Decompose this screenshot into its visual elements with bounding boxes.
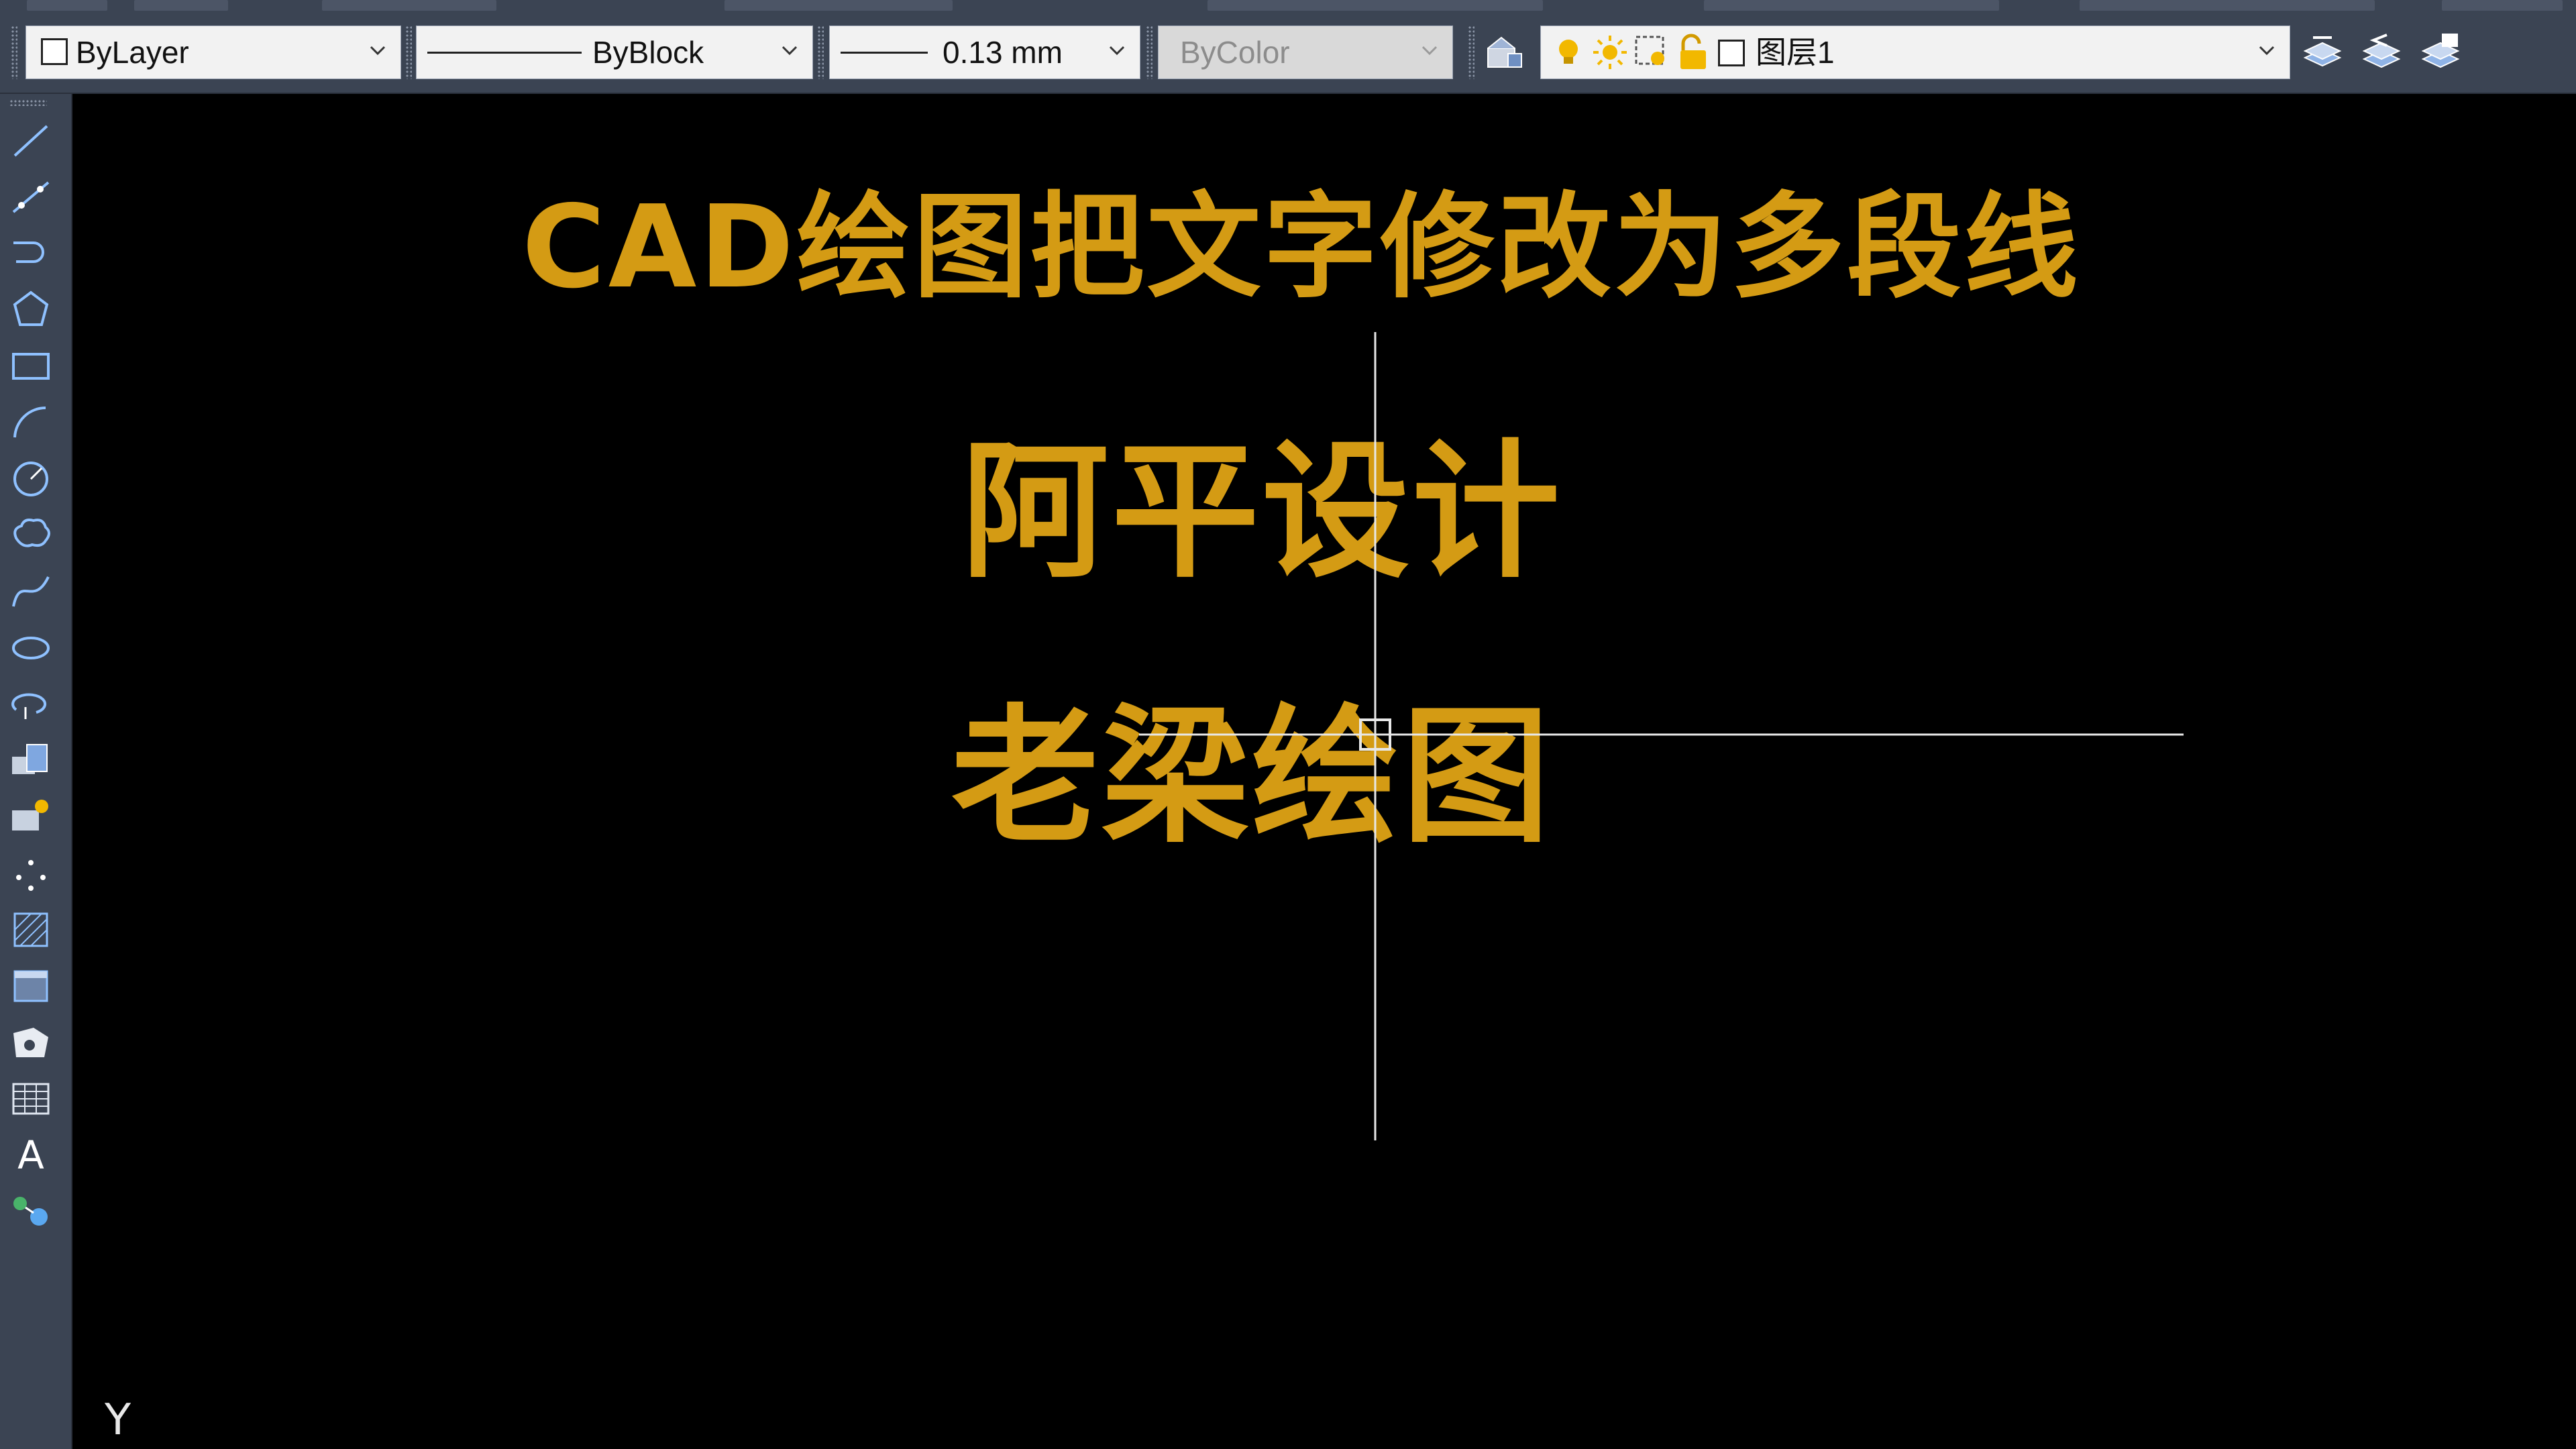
point-icon[interactable] [7,849,55,898]
color-combo[interactable]: ByLayer [25,25,401,79]
plotstyle-combo-value: ByColor [1180,35,1290,70]
color-combo-value: ByLayer [76,35,189,70]
cutoff-toolbar-button[interactable] [134,0,228,11]
color-swatch [41,38,68,65]
layer-on-bulb-icon [1559,40,1578,64]
toolbar-grip[interactable] [1468,25,1474,79]
drawing-title-text: CAD绘图把文字修改为多段线 [522,181,2081,314]
circle-icon[interactable] [7,455,55,503]
chevron-down-icon [1421,46,1438,56]
top-toolbar-strip [0,0,2576,14]
layer-previous-icon[interactable] [2360,31,2403,74]
properties-toolbar: ByLayer ByBlock 0.13 mm ByColor 图层1 [0,13,2576,94]
revision-cloud-icon[interactable] [7,511,55,559]
toolbar-separator [817,25,824,79]
insert-block-icon[interactable] [7,737,55,785]
region-icon[interactable] [7,1018,55,1067]
layer-combo[interactable]: 图层1 [1540,25,2290,79]
lineweight-preview [841,52,928,54]
rectangle-icon[interactable] [7,342,55,390]
layer-unlock-icon [1680,34,1706,69]
chevron-down-icon [2259,46,2275,56]
toolbar-grip[interactable] [9,99,47,106]
make-current-layer-icon[interactable] [2301,31,2344,74]
construction-line-icon[interactable] [7,173,55,221]
polygon-icon[interactable] [7,286,55,334]
hatch-icon[interactable] [7,906,55,954]
layer-color-swatch [1718,40,1745,66]
make-block-icon[interactable] [7,793,55,841]
ucs-axis-y-label: Y [105,1395,131,1445]
lineweight-combo[interactable]: 0.13 mm [829,25,1140,79]
layer-properties-icon[interactable] [1483,31,1525,74]
cutoff-combo[interactable] [1704,0,1999,11]
linetype-preview [427,52,582,54]
lineweight-combo-value: 0.13 mm [943,35,1063,70]
toolbar-separator [1146,25,1152,79]
layer-state-icon[interactable] [2419,31,2462,74]
arc-icon[interactable] [7,398,55,447]
cutoff-combo[interactable] [2080,0,2375,11]
cutoff-toolbar-button[interactable] [724,0,953,11]
layer-combo-value: 图层1 [1756,35,1835,70]
linetype-combo-value: ByBlock [592,35,704,70]
viewport-thaw-icon [1635,36,1664,65]
drawing-text-line-2: 老梁绘图 [951,691,1553,863]
spline-icon[interactable] [7,568,55,616]
add-selected-icon[interactable] [7,1187,55,1236]
chevron-down-icon [782,46,798,56]
plotstyle-combo: ByColor [1158,25,1453,79]
cutoff-toolbar-button[interactable] [2442,0,2563,11]
gradient-icon[interactable] [7,962,55,1010]
toolbar-grip[interactable] [11,25,17,79]
linetype-combo[interactable]: ByBlock [416,25,813,79]
cutoff-toolbar-button[interactable] [322,0,496,11]
draw-toolbar: A [0,94,72,1449]
multiline-text-icon[interactable]: A [7,1131,55,1179]
ellipse-arc-icon[interactable] [7,680,55,729]
line-icon[interactable] [7,117,55,165]
drawing-canvas[interactable]: CAD绘图把文字修改为多段线 阿平设计 老梁绘图 Y [72,94,2576,1449]
table-icon[interactable] [7,1075,55,1123]
cutoff-toolbar-button[interactable] [1208,0,1543,11]
drawing-text-line-1: 阿平设计 [961,426,1563,598]
chevron-down-icon [370,46,386,56]
polyline-icon[interactable] [7,229,55,278]
cutoff-toolbar-button[interactable] [27,0,107,11]
layer-thaw-sun-icon [1593,36,1627,69]
chevron-down-icon [1109,46,1125,56]
ellipse-icon[interactable] [7,624,55,672]
toolbar-separator [405,25,412,79]
